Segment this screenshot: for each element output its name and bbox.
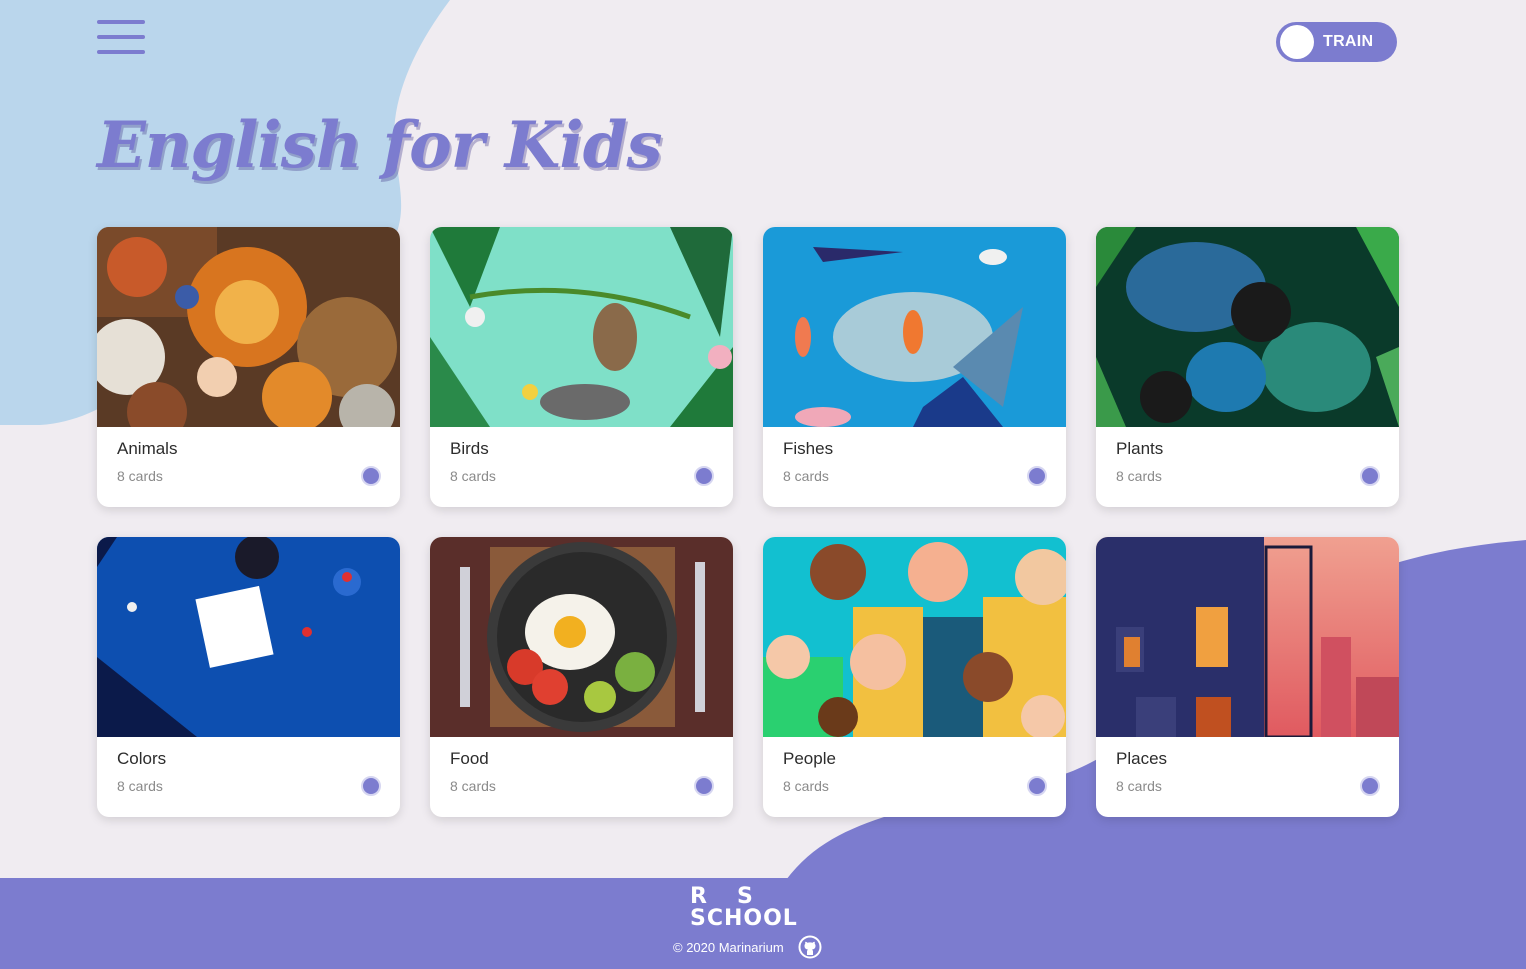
- mode-toggle[interactable]: TRAIN: [1276, 22, 1397, 62]
- category-title: Food: [450, 749, 489, 768]
- food-image: [430, 537, 733, 737]
- status-dot: [361, 776, 381, 796]
- category-card-people[interactable]: People 8 cards: [763, 537, 1066, 817]
- category-count: 8 cards: [1116, 468, 1162, 484]
- status-dot: [694, 776, 714, 796]
- category-card-fishes[interactable]: Fishes 8 cards: [763, 227, 1066, 507]
- category-count: 8 cards: [450, 778, 496, 794]
- status-dot: [361, 466, 381, 486]
- category-count: 8 cards: [783, 468, 829, 484]
- footer: RS SCHOOL © 2020 Marinarium: [0, 878, 1526, 969]
- birds-image: [430, 227, 733, 427]
- category-count: 8 cards: [117, 468, 163, 484]
- colors-image: [97, 537, 400, 737]
- category-count: 8 cards: [117, 778, 163, 794]
- hamburger-menu-icon[interactable]: [97, 18, 145, 56]
- menu-bar: [97, 35, 145, 39]
- category-card-colors[interactable]: Colors 8 cards: [97, 537, 400, 817]
- category-title: Places: [1116, 749, 1168, 768]
- category-count: 8 cards: [450, 468, 496, 484]
- category-title: Plants: [1116, 439, 1164, 458]
- page-title: English for Kids: [97, 108, 662, 183]
- status-dot: [1027, 466, 1047, 486]
- animals-image: [97, 227, 400, 427]
- toggle-label: TRAIN: [1323, 33, 1374, 50]
- category-title: Birds: [450, 439, 489, 458]
- menu-bar: [97, 50, 145, 54]
- category-count: 8 cards: [783, 778, 829, 794]
- status-dot: [1360, 776, 1380, 796]
- plants-image: [1096, 227, 1399, 427]
- fishes-image: [763, 227, 1066, 427]
- logo-rs-text: RS: [690, 884, 783, 909]
- category-card-birds[interactable]: Birds 8 cards: [430, 227, 733, 507]
- category-title: People: [783, 749, 836, 768]
- category-count: 8 cards: [1116, 778, 1162, 794]
- github-icon[interactable]: [798, 935, 822, 959]
- people-image: [763, 537, 1066, 737]
- category-title: Fishes: [783, 439, 834, 458]
- places-image: [1096, 537, 1399, 737]
- category-card-food[interactable]: Food 8 cards: [430, 537, 733, 817]
- copyright-text: © 2020 Marinarium: [673, 940, 784, 955]
- category-card-animals[interactable]: Animals 8 cards: [97, 227, 400, 507]
- category-title: Colors: [117, 749, 167, 768]
- status-dot: [694, 466, 714, 486]
- category-grid: Animals 8 cards Birds 8 cards Fishes 8 c…: [97, 227, 1399, 817]
- status-dot: [1027, 776, 1047, 796]
- toggle-knob[interactable]: [1280, 25, 1314, 59]
- category-card-plants[interactable]: Plants 8 cards: [1096, 227, 1399, 507]
- menu-bar: [97, 20, 145, 24]
- category-title: Animals: [117, 439, 178, 458]
- rs-school-logo[interactable]: RS SCHOOL: [690, 886, 810, 934]
- status-dot: [1360, 466, 1380, 486]
- category-card-places[interactable]: Places 8 cards: [1096, 537, 1399, 817]
- logo-school-text: SCHOOL: [690, 906, 798, 931]
